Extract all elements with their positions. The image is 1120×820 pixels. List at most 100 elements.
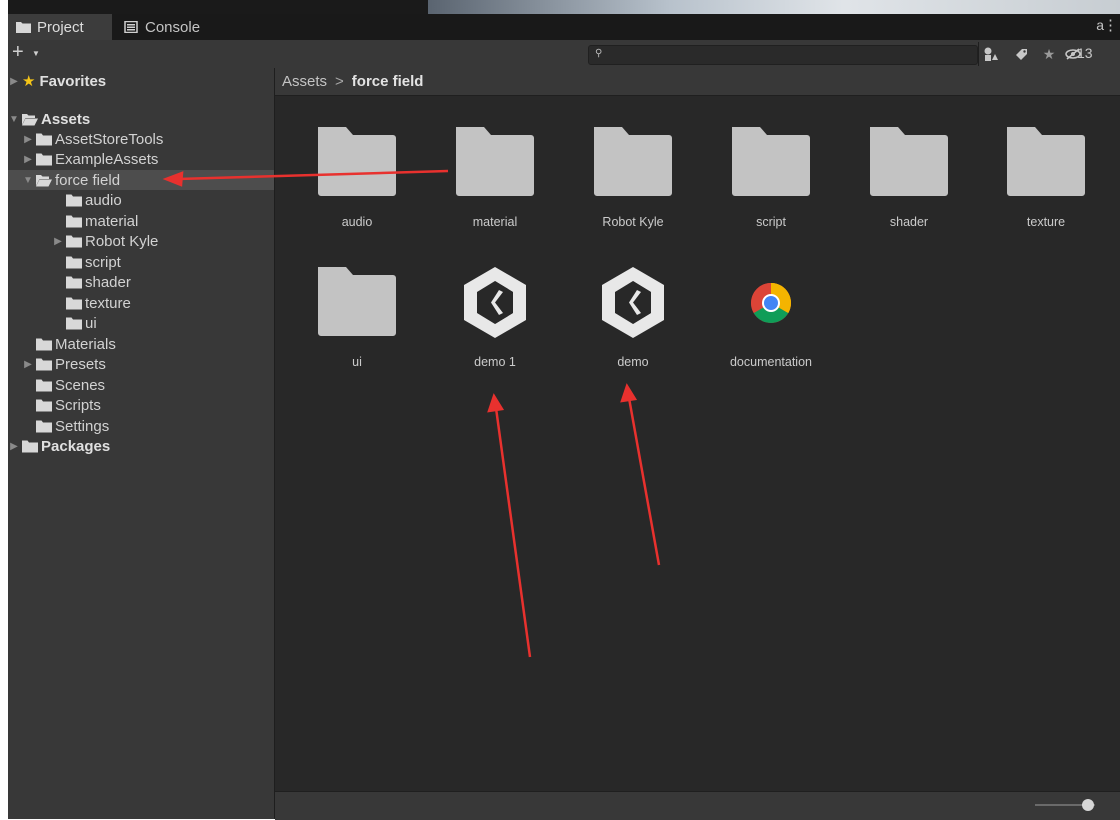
folder-icon [456,127,534,196]
folder-icon [22,440,38,452]
asset-texture[interactable]: texture [977,119,1115,239]
tree-item-label: material [85,212,139,230]
star-icon[interactable]: ★ [1036,44,1062,64]
expand-arrow-icon[interactable]: ▶ [8,441,20,452]
tree-item-label: Scenes [55,376,106,394]
asset-shader[interactable]: shader [840,119,978,239]
tab-project[interactable]: Project [8,14,112,40]
chevron-down-icon[interactable]: ▼ [32,49,40,58]
asset-label: demo 1 [474,355,516,369]
asset-label: texture [1026,215,1066,229]
tree-item-label: Favorites [39,72,107,90]
folder-icon [36,358,52,370]
asset-demo[interactable]: demo [564,259,702,379]
folder-icon [66,276,82,288]
folder-icon [66,297,82,309]
tree-item-label: Materials [55,335,116,353]
window-top-strip [8,0,1120,14]
tree-item-material[interactable]: material [8,211,274,231]
create-button[interactable]: + [12,42,24,62]
tree-item-packages[interactable]: ▶ Packages [8,436,274,456]
tree-item-label: script [85,253,121,271]
folder-icon [66,194,82,206]
tree-item-label: ui [85,314,97,332]
asset-label: shader [889,215,929,229]
folder-tree: ▶ ★ Favorites ▼ Assets ▶ AssetStoreTools… [8,68,274,819]
unity-scene-icon [602,267,664,338]
status-bar [275,791,1120,820]
tree-item-label: Settings [55,417,110,435]
background-window-strip [428,0,1120,14]
folder-icon [66,235,82,247]
folder-icon [16,22,31,33]
kebab-menu-icon[interactable]: ⋮ [1103,16,1118,34]
tree-item-force-field[interactable]: ▼ force field [8,170,274,190]
asset-material[interactable]: material [426,119,564,239]
folder-icon [36,379,52,391]
tab-console[interactable]: Console [116,14,226,40]
folder-icon [36,133,52,145]
chrome-icon [751,283,791,323]
folder-icon [36,338,52,350]
tree-item-label: texture [85,294,131,312]
tree-item-audio[interactable]: audio [8,190,274,210]
asset-demo-1[interactable]: demo 1 [426,259,564,379]
unity-scene-icon [464,267,526,338]
folder-icon [594,127,672,196]
tree-item-texture[interactable]: texture [8,293,274,313]
filter-by-type-icon[interactable] [978,44,1004,64]
tree-item-ui[interactable]: ui [8,313,274,333]
tree-item-exampleassets[interactable]: ▶ ExampleAssets [8,149,274,169]
zoom-slider-handle[interactable] [1082,799,1094,811]
tree-item-shader[interactable]: shader [8,272,274,292]
asset-documentation[interactable]: documentation [702,259,840,379]
expand-arrow-icon[interactable]: ▶ [22,134,34,145]
breadcrumb: Assets > force field [275,68,1120,96]
tree-item-presets[interactable]: ▶ Presets [8,354,274,374]
tab-console-label: Console [145,18,201,36]
asset-ui[interactable]: ui [288,259,426,379]
filter-by-label-icon[interactable] [1008,44,1034,64]
asset-label: Robot Kyle [602,215,664,229]
tree-item-favorites[interactable]: ▶ ★ Favorites [8,71,274,91]
folder-open-icon [22,113,38,125]
asset-label: documentation [729,355,812,369]
search-input[interactable]: ⚲ [588,45,978,65]
tree-item-label: Presets [55,355,106,373]
folder-icon [66,256,82,268]
tree-item-label: AssetStoreTools [55,130,164,148]
folder-icon [732,127,810,196]
folder-icon [870,127,948,196]
tree-item-scenes[interactable]: Scenes [8,375,274,395]
folder-icon [66,215,82,227]
tree-item-assetstoretools[interactable]: ▶ AssetStoreTools [8,129,274,149]
asset-script[interactable]: script [702,119,840,239]
folder-icon [318,267,396,336]
tree-item-script[interactable]: script [8,252,274,272]
collapse-arrow-icon[interactable]: ▼ [8,114,20,125]
folder-icon [66,317,82,329]
expand-arrow-icon[interactable]: ▶ [22,359,34,370]
expand-arrow-icon[interactable]: ▶ [22,154,34,165]
tree-item-materials[interactable]: Materials [8,334,274,354]
console-icon [124,21,138,33]
tree-item-robot-kyle[interactable]: ▶ Robot Kyle [8,231,274,251]
folder-icon [36,420,52,432]
breadcrumb-current[interactable]: force field [352,73,424,90]
tree-item-assets[interactable]: ▼ Assets [8,109,274,129]
asset-label: ui [352,355,362,369]
asset-robot-kyle[interactable]: Robot Kyle [564,119,702,239]
tree-item-settings[interactable]: Settings [8,416,274,436]
tree-item-label: force field [55,171,121,189]
asset-label: audio [341,215,373,229]
tree-item-label: shader [85,273,131,291]
collapse-arrow-icon[interactable]: ▼ [22,175,34,186]
expand-arrow-icon[interactable]: ▶ [52,236,64,247]
asset-audio[interactable]: audio [288,119,426,239]
tree-item-label: ExampleAssets [55,150,159,168]
asset-label: demo [617,355,649,369]
expand-arrow-icon[interactable]: ▶ [8,76,20,87]
tree-item-scripts[interactable]: Scripts [8,395,274,415]
star-icon: ★ [22,73,36,90]
breadcrumb-assets[interactable]: Assets [282,73,327,90]
